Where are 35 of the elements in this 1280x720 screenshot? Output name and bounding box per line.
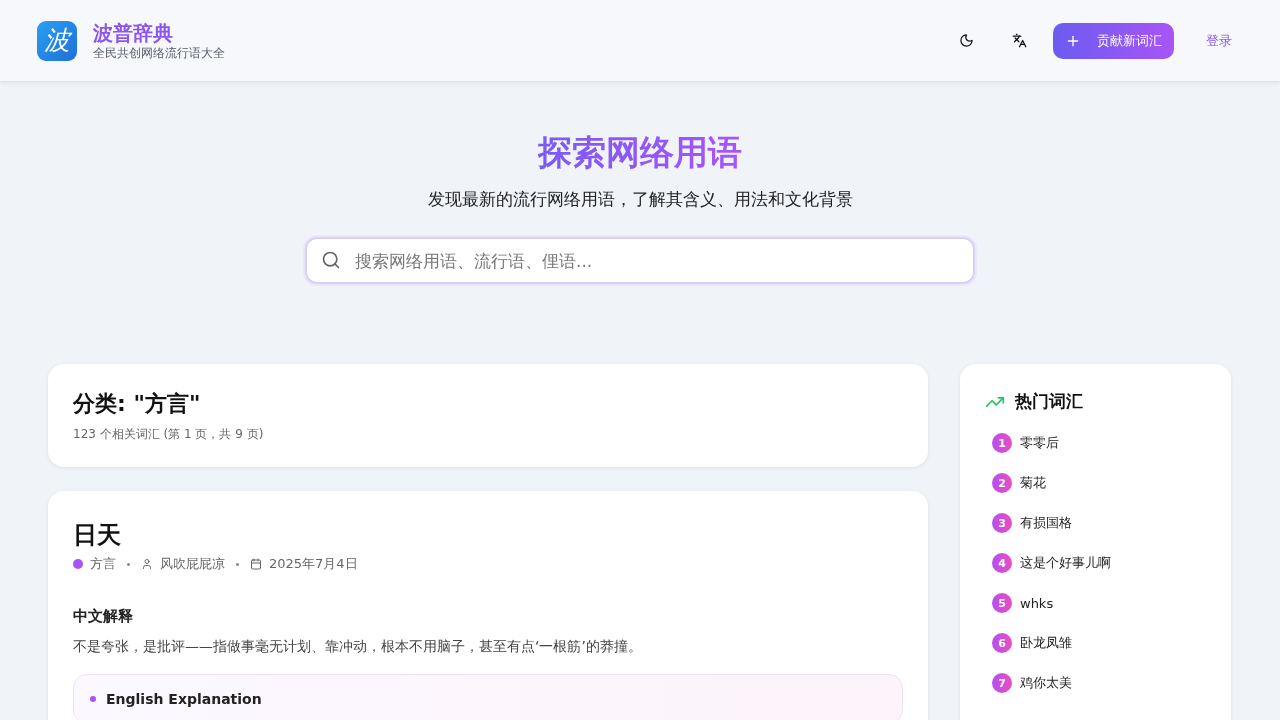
search-field[interactable]: 搜索网络用语、流行语、俚语...	[305, 237, 975, 284]
trending-title: 热门词汇	[1015, 390, 1083, 413]
trending-item[interactable]: 4 这是个好事儿啊	[992, 553, 1206, 573]
trending-item[interactable]: 5 whks	[992, 593, 1206, 613]
search-icon	[321, 250, 341, 270]
result-summary: 123 个相关词汇 (第 1 页，共 9 页)	[73, 426, 265, 443]
contribute-button[interactable]: 贡献新词汇	[1053, 22, 1174, 59]
logo[interactable]: 波	[37, 20, 77, 61]
trending-item[interactable]: 2 菊花	[992, 473, 1206, 493]
category-title: 分类: "方言"	[73, 390, 202, 418]
section-heading: English Explanation	[106, 691, 262, 707]
author-name: 风吹屁屁凉	[160, 555, 225, 573]
section-heading: 中文解释	[73, 607, 134, 626]
category-label: 方言	[90, 555, 116, 573]
rank-badge: 5	[992, 593, 1012, 613]
trending-item[interactable]: 6 卧龙凤雏	[992, 633, 1206, 653]
rank-badge: 7	[992, 673, 1012, 693]
trending-item[interactable]: 3 有损国格	[992, 513, 1206, 533]
bullet-dot	[90, 696, 96, 702]
site-title: 波普辞典	[93, 20, 174, 45]
post-date: 2025年7月4日	[269, 555, 358, 573]
definition-text: 不是夸张，是批评——指做事毫无计划、靠冲动，根本不用脑子，甚至有点‘一根筋’的莽撞。	[73, 638, 643, 656]
trending-item[interactable]: 7 鸡你太美	[992, 673, 1206, 693]
rank-badge: 3	[992, 513, 1012, 533]
rank-badge: 6	[992, 633, 1012, 653]
word-title: 日天	[73, 520, 122, 551]
calendar-icon	[250, 558, 262, 570]
trending-item[interactable]: 1 零零后	[992, 433, 1206, 453]
hero-subtitle: 发现最新的流行网络用语，了解其含义、用法和文化背景	[427, 188, 853, 211]
login-link[interactable]: 登录	[1206, 31, 1232, 50]
user-icon	[141, 558, 153, 570]
rank-badge: 1	[992, 433, 1012, 453]
rank-badge: 2	[992, 473, 1012, 493]
site-subtitle: 全民共创网络流行语大全	[93, 44, 225, 61]
rank-badge: 4	[992, 553, 1012, 573]
